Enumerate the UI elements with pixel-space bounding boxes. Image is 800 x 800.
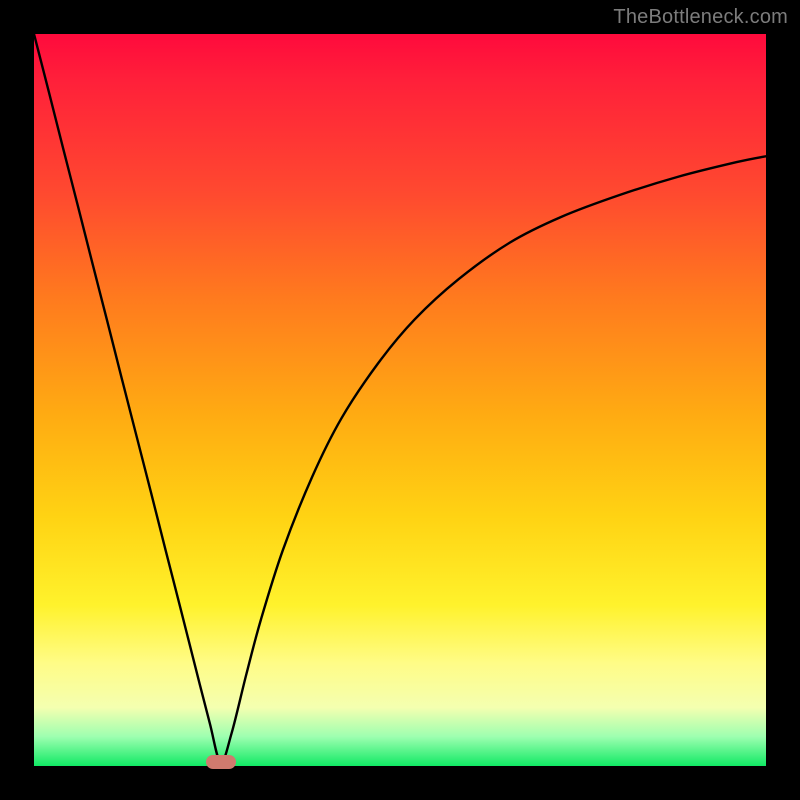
chart-frame: TheBottleneck.com	[0, 0, 800, 800]
plot-area	[34, 34, 766, 766]
watermark-text: TheBottleneck.com	[613, 6, 788, 29]
minimum-marker	[206, 755, 236, 769]
bottleneck-curve	[34, 34, 766, 766]
